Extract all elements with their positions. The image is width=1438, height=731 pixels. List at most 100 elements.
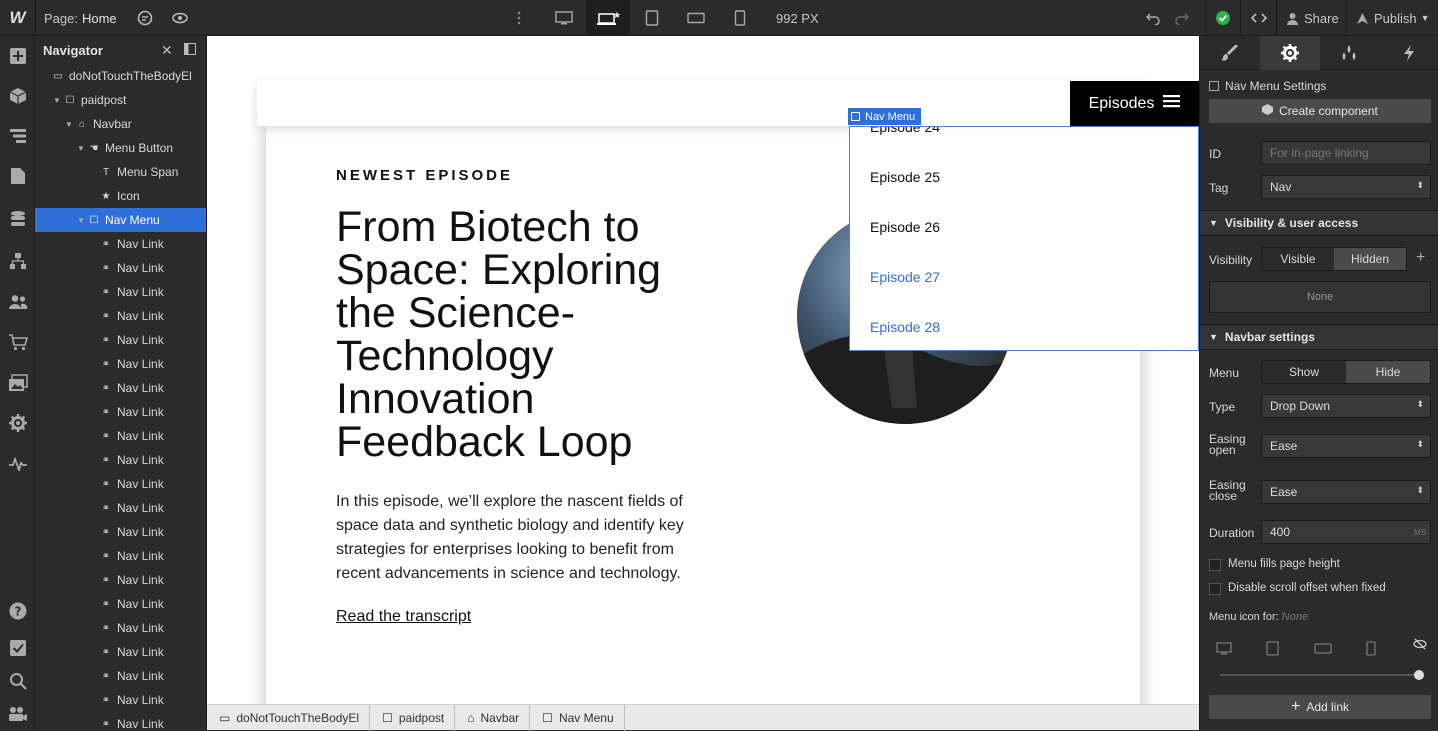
navigator-item[interactable]: ⚭ Nav Link xyxy=(35,688,206,712)
navigator-item[interactable]: ★ Icon xyxy=(35,184,206,208)
more-vertical-icon[interactable] xyxy=(504,0,534,36)
hidden-eye-icon[interactable] xyxy=(1413,638,1427,653)
navigator-item[interactable]: ▭ doNotTouchTheBodyEl xyxy=(35,64,206,88)
breakpoint-slider[interactable] xyxy=(1220,674,1420,676)
navigator-item[interactable]: ⚭ Nav Link xyxy=(35,472,206,496)
settings-gear-icon[interactable] xyxy=(0,410,35,436)
fills-height-checkbox[interactable] xyxy=(1209,559,1221,571)
breadcrumb-item[interactable]: ☐ Nav Menu xyxy=(530,704,625,731)
expand-caret-icon[interactable]: ▼ xyxy=(77,216,87,225)
navigator-item[interactable]: ⚭ Nav Link xyxy=(35,304,206,328)
logic-flow-icon[interactable] xyxy=(0,248,35,274)
mobile-portrait-icon[interactable] xyxy=(1366,641,1376,659)
settings-gear-icon[interactable] xyxy=(1259,36,1320,70)
navigator-item[interactable]: ⚭ Nav Link xyxy=(35,712,206,730)
slider-handle[interactable] xyxy=(1414,670,1424,680)
audit-pulse-icon[interactable] xyxy=(0,451,35,477)
easing-open-select[interactable]: Ease ⬍ xyxy=(1261,434,1431,458)
publish-button[interactable]: Publish ▼ xyxy=(1356,0,1430,36)
design-canvas[interactable]: Episodes NEWEST EPISODE From Biotech to … xyxy=(207,36,1199,704)
navigator-item[interactable]: ⚭ Nav Link xyxy=(35,592,206,616)
nav-link[interactable]: Episode 24 xyxy=(870,127,940,135)
desktop-icon[interactable] xyxy=(1216,642,1232,658)
navigator-item[interactable]: ⚭ Nav Link xyxy=(35,376,206,400)
mobile-landscape-icon[interactable] xyxy=(1314,643,1332,657)
navigator-item[interactable]: ▼ ☐ paidpost xyxy=(35,88,206,112)
breadcrumb-item[interactable]: ▭ doNotTouchTheBodyEl xyxy=(207,704,371,731)
navigator-item[interactable]: ⚭ Nav Link xyxy=(35,640,206,664)
cms-database-icon[interactable] xyxy=(0,206,35,232)
tablet-breakpoint-icon[interactable] xyxy=(630,0,674,36)
nav-link[interactable]: Episode 25 xyxy=(870,169,940,185)
visible-option[interactable]: Visible xyxy=(1262,248,1334,270)
visibility-section-header[interactable]: ▼ Visibility & user access xyxy=(1200,210,1438,236)
id-field[interactable]: For in-page linking xyxy=(1261,141,1431,165)
navigator-item[interactable]: ⚭ Nav Link xyxy=(35,256,206,280)
nav-link[interactable]: Episode 26 xyxy=(870,219,940,235)
add-link-button[interactable]: + Add link xyxy=(1209,695,1431,719)
navigator-icon[interactable] xyxy=(0,123,35,149)
easing-close-select[interactable]: Ease ⬍ xyxy=(1261,480,1431,504)
pages-icon[interactable] xyxy=(0,163,35,189)
webflow-logo[interactable]: W xyxy=(0,0,35,36)
navigator-item[interactable]: ⚭ Nav Link xyxy=(35,496,206,520)
undo-icon[interactable] xyxy=(1138,0,1168,36)
breadcrumb-item[interactable]: ⌂ Navbar xyxy=(455,704,531,731)
navigator-item[interactable]: ⚭ Nav Link xyxy=(35,424,206,448)
redo-icon[interactable] xyxy=(1167,0,1197,36)
share-button[interactable]: Share xyxy=(1286,0,1339,36)
video-tutorials-icon[interactable] xyxy=(0,701,35,727)
style-brush-icon[interactable] xyxy=(1200,36,1260,70)
desktop-breakpoint-icon[interactable] xyxy=(542,0,586,36)
components-cube-icon[interactable] xyxy=(0,83,35,109)
mobile-landscape-breakpoint-icon[interactable] xyxy=(674,0,718,36)
duration-field[interactable]: 400 MS xyxy=(1261,520,1431,544)
navigator-item[interactable]: ⚭ Nav Link xyxy=(35,232,206,256)
navigator-item[interactable]: ⚭ Nav Link xyxy=(35,568,206,592)
navigator-item[interactable]: ⚭ Nav Link xyxy=(35,544,206,568)
search-icon[interactable] xyxy=(0,668,35,694)
menu-button[interactable]: Episodes xyxy=(1070,81,1199,126)
navigator-item[interactable]: ⚭ Nav Link xyxy=(35,448,206,472)
status-check-icon[interactable] xyxy=(1208,0,1238,36)
navbar-element[interactable] xyxy=(257,80,1149,126)
navigator-item[interactable]: ⚭ Nav Link xyxy=(35,328,206,352)
navigator-item[interactable]: ⚭ Nav Link xyxy=(35,400,206,424)
users-icon[interactable] xyxy=(0,289,35,315)
help-question-icon[interactable]: ? xyxy=(0,598,35,624)
base-breakpoint-icon[interactable]: ★ xyxy=(586,0,630,36)
hide-option[interactable]: Hide xyxy=(1346,361,1430,383)
read-transcript-link[interactable]: Read the transcript xyxy=(336,608,471,626)
tablet-icon[interactable] xyxy=(1266,641,1279,659)
dock-panel-icon[interactable] xyxy=(184,43,196,58)
tasks-checklist-icon[interactable] xyxy=(0,635,35,661)
add-panel-icon[interactable] xyxy=(0,43,35,69)
navigator-item[interactable]: ⚭ Nav Link xyxy=(35,352,206,376)
nav-link[interactable]: Episode 27 xyxy=(870,269,940,285)
interactions-lightning-icon[interactable] xyxy=(1379,36,1438,70)
ecommerce-cart-icon[interactable] xyxy=(0,329,35,355)
tag-select[interactable]: Nav ⬍ xyxy=(1261,175,1431,199)
navigator-item[interactable]: ⚭ Nav Link xyxy=(35,616,206,640)
disable-scroll-checkbox[interactable] xyxy=(1209,583,1221,595)
navbar-settings-section-header[interactable]: ▼ Navbar settings xyxy=(1200,324,1438,350)
create-component-button[interactable]: Create component xyxy=(1209,99,1431,123)
page-selector[interactable]: Page: Home xyxy=(44,0,117,36)
navigator-item[interactable]: ⚭ Nav Link xyxy=(35,520,206,544)
preview-eye-icon[interactable] xyxy=(165,0,195,36)
nav-menu-dropdown[interactable]: Episode 24 Episode 25 Episode 26 Episode… xyxy=(849,126,1199,351)
expand-caret-icon[interactable]: ▼ xyxy=(65,120,75,129)
style-manager-drops-icon[interactable] xyxy=(1320,36,1380,70)
close-icon[interactable]: ✕ xyxy=(161,42,173,59)
mobile-portrait-breakpoint-icon[interactable] xyxy=(718,0,762,36)
navigator-item[interactable]: ⚭ Nav Link xyxy=(35,280,206,304)
show-option[interactable]: Show xyxy=(1262,361,1346,383)
code-export-icon[interactable] xyxy=(1244,0,1274,36)
comments-icon[interactable] xyxy=(130,0,160,36)
breadcrumb-item[interactable]: ☐ paidpost xyxy=(370,704,456,731)
add-condition-icon[interactable]: + xyxy=(1416,249,1425,267)
navigator-item[interactable]: ⚭ Nav Link xyxy=(35,664,206,688)
assets-images-icon[interactable] xyxy=(0,370,35,396)
navigator-item[interactable]: T Menu Span xyxy=(35,160,206,184)
type-select[interactable]: Drop Down ⬍ xyxy=(1261,394,1431,418)
